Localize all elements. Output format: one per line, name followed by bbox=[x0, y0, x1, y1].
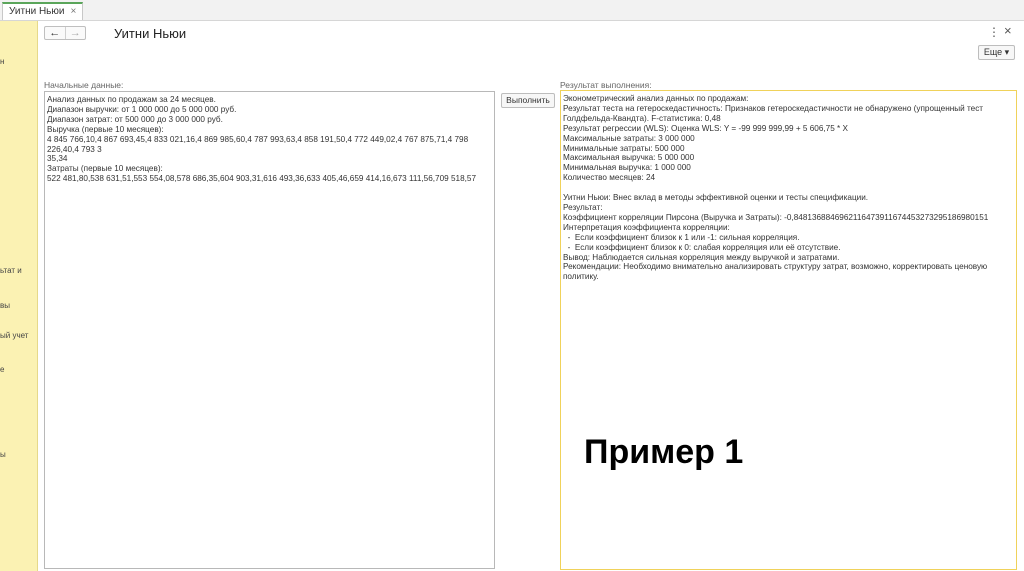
sidebar-item[interactable]: ый учет bbox=[0, 331, 28, 340]
more-vertical-icon[interactable]: ⋮ bbox=[988, 26, 1000, 38]
page-title: Уитни Ньюи bbox=[114, 26, 187, 41]
result-label: Результат выполнения: bbox=[560, 80, 652, 90]
tab-close-icon[interactable]: × bbox=[70, 4, 76, 20]
sidebar: н ьтат и вы ый учет е ы bbox=[0, 21, 38, 571]
tab-whitney-newey[interactable]: Уитни Ньюи × bbox=[2, 2, 84, 20]
input-label: Начальные данные: bbox=[44, 80, 124, 90]
tab-label: Уитни Ньюи bbox=[9, 6, 65, 17]
sidebar-item[interactable]: вы bbox=[0, 301, 10, 310]
close-icon[interactable]: × bbox=[1004, 24, 1012, 37]
tab-bar: Уитни Ньюи × bbox=[0, 0, 1024, 21]
sidebar-item[interactable]: е bbox=[0, 365, 4, 374]
run-button[interactable]: Выполнить bbox=[501, 93, 555, 108]
back-arrow-icon[interactable]: ← bbox=[45, 27, 65, 39]
sidebar-item[interactable]: ьтат и bbox=[0, 266, 22, 275]
sidebar-item[interactable]: ы bbox=[0, 450, 6, 459]
result-field[interactable]: Эконометрический анализ данных по продаж… bbox=[560, 90, 1017, 570]
forward-arrow-icon[interactable]: → bbox=[64, 27, 86, 39]
more-button[interactable]: Еще ▾ bbox=[978, 45, 1015, 60]
nav-buttons: ← → bbox=[44, 26, 86, 40]
input-data-field[interactable]: Анализ данных по продажам за 24 месяцев.… bbox=[44, 91, 495, 569]
example-caption: Пример 1 bbox=[584, 433, 744, 471]
sidebar-item[interactable]: н bbox=[0, 57, 4, 66]
